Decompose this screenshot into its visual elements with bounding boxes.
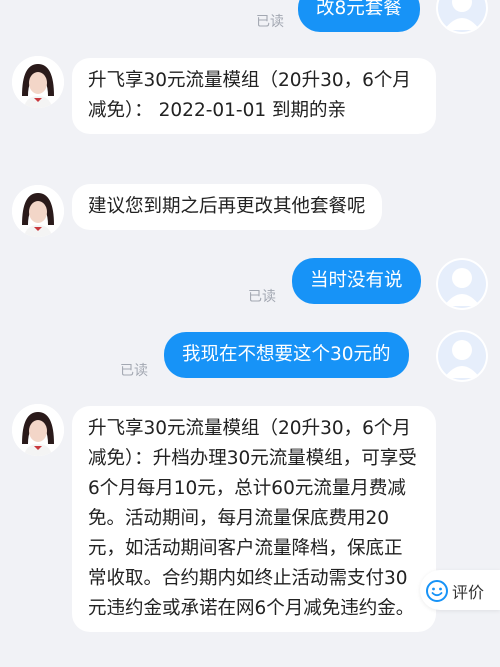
user-avatar[interactable]	[436, 0, 488, 34]
message-row-incoming: 建议您到期之后再更改其他套餐呢	[0, 184, 500, 239]
read-receipt: 已读	[248, 289, 276, 305]
smiley-icon	[426, 580, 448, 602]
message-bubble-incoming[interactable]: 建议您到期之后再更改其他套餐呢	[72, 184, 382, 230]
rate-button-label: 评价	[452, 583, 485, 602]
user-avatar[interactable]	[436, 330, 488, 382]
user-silhouette-icon	[444, 268, 480, 306]
user-silhouette-icon	[444, 0, 480, 30]
agent-portrait-icon	[12, 404, 64, 456]
agent-portrait-icon	[12, 56, 64, 108]
message-row-incoming: 升飞享30元流量模组（20升30，6个月减免）： 2022-01-01 到期的亲	[0, 56, 500, 164]
message-bubble-incoming[interactable]: 升飞享30元流量模组（20升30，6个月减免）： 2022-01-01 到期的亲	[72, 58, 436, 134]
message-bubble-incoming[interactable]: 升飞享30元流量模组（20升30，6个月减免）：升档办理30元流量模组，可享受6…	[72, 406, 436, 632]
message-bubble-outgoing[interactable]: 改8元套餐	[298, 0, 420, 32]
agent-avatar[interactable]	[12, 404, 64, 456]
user-avatar[interactable]	[436, 258, 488, 310]
rate-button[interactable]: 评价	[420, 570, 500, 610]
message-bubble-outgoing[interactable]: 我现在不想要这个30元的	[164, 332, 409, 378]
agent-portrait-icon	[12, 185, 64, 237]
read-receipt: 已读	[256, 14, 284, 30]
message-row-outgoing: 已读 改8元套餐	[0, 0, 500, 40]
read-receipt: 已读	[120, 363, 148, 379]
user-silhouette-icon	[444, 340, 480, 378]
message-row-outgoing: 已读 当时没有说	[0, 256, 500, 310]
message-row-outgoing: 已读 我现在不想要这个30元的	[0, 328, 500, 382]
agent-avatar[interactable]	[12, 56, 64, 108]
agent-avatar[interactable]	[12, 185, 64, 237]
message-row-incoming: 升飞享30元流量模组（20升30，6个月减免）：升档办理30元流量模组，可享受6…	[0, 404, 500, 667]
message-bubble-outgoing[interactable]: 当时没有说	[292, 258, 421, 304]
